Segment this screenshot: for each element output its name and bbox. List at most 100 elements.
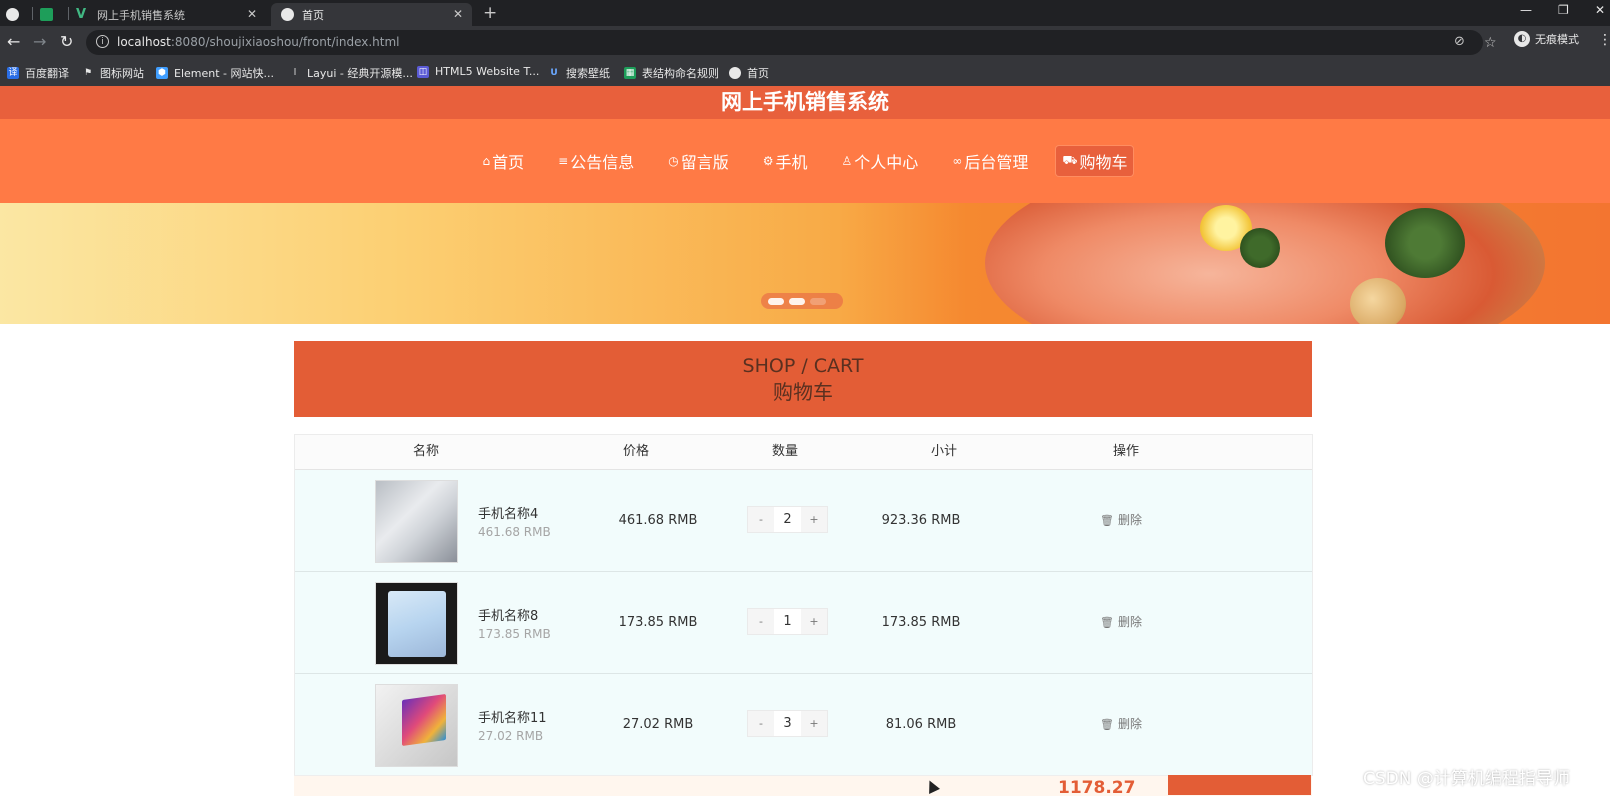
increase-button[interactable]: + [801,507,827,532]
carousel-dot[interactable] [789,297,805,305]
sheet-icon [40,8,53,21]
bookmark-home[interactable]: 首页 [729,65,769,81]
nav-admin[interactable]: ∞ 后台管理 [946,146,1034,176]
delete-button[interactable]: 🗑 删除 [1100,674,1142,775]
checkout-button[interactable] [1168,775,1311,795]
sheet-icon: ▦ [624,67,636,79]
price-cell: 461.68 RMB [618,513,698,528]
increase-button[interactable]: + [801,609,827,634]
tab-title: 网上手机销售系统 [97,8,185,22]
product-thumbnail[interactable] [375,582,458,665]
delete-button[interactable]: 🗑 删除 [1100,470,1142,571]
restore-icon[interactable]: ❐ [1558,3,1569,17]
bookmark-layui[interactable]: l Layui - 经典开源模... [289,65,413,81]
new-tab-icon[interactable]: + [483,4,497,22]
nav-home[interactable]: ⌂ 首页 [477,146,531,176]
trash-icon: 🗑 [1100,616,1114,629]
gear-icon: ⚙ [762,154,774,168]
site-title: 网上手机销售系统 [721,90,889,114]
site-header: 网上手机销售系统 ⌂ 首页 ≡ 公告信息 ◷ 留言版 ⚙ 手机 ♙ 个人中心 ∞ 后台管理 … [0,86,1610,203]
product-unit-price: 461.68 RMB [478,525,551,539]
tab-title: 首页 [302,8,324,22]
close-tab-icon[interactable]: ✕ [247,7,257,21]
globe-icon [6,8,19,21]
element-icon: ⬢ [156,67,168,79]
cart-heading-zh: 购物车 [773,380,833,404]
nav-message-board[interactable]: ◷ 留言版 [662,146,735,176]
back-icon[interactable]: ← [7,32,20,52]
cart-heading-en: SHOP / CART [742,355,864,377]
close-window-icon[interactable]: ✕ [1595,3,1605,17]
carousel-dot[interactable] [768,297,784,305]
menu-icon[interactable]: ⋮ [1598,32,1610,48]
bookmark-baidu-translate[interactable]: 译百度翻译 [7,65,69,81]
increase-button[interactable]: + [801,711,827,736]
product-name[interactable]: 手机名称11 [478,707,547,726]
decrease-button[interactable]: - [748,711,774,736]
banner-image [985,203,1545,324]
bookmark-naming-rules[interactable]: ▦ 表结构命名规则 [624,65,719,81]
quantity-field[interactable]: 3 [774,711,801,736]
link-icon: ∞ [952,154,963,168]
price-cell: 173.85 RMB [618,615,698,630]
column-header: 小计 [931,444,958,459]
tab-sheet[interactable] [40,3,64,26]
bookmark-star-icon[interactable]: ☆ [1484,35,1497,51]
home-icon: ⌂ [482,154,491,168]
banner-carousel[interactable] [0,203,1610,324]
table-row: 手机名称4 461.68 RMB 461.68 RMB - 2 + 923.36… [295,470,1312,572]
bookmark-wallpaper[interactable]: U 搜索壁纸 [548,65,610,81]
url-input[interactable]: i localhost:8080/shoujixiaoshou/front/in… [86,30,1483,55]
vue-icon: V [76,7,87,22]
trash-icon: 🗑 [1100,514,1114,527]
product-name[interactable]: 手机名称4 [478,503,538,522]
site-info-icon[interactable]: i [96,35,109,48]
carousel-indicators [761,293,843,309]
user-icon: ♙ [841,154,853,168]
delete-button[interactable]: 🗑 删除 [1100,572,1142,673]
translate-icon: 译 [7,67,19,79]
table-row: 手机名称11 27.02 RMB 27.02 RMB - 3 + 81.06 R… [295,674,1312,776]
nav-phones[interactable]: ⚙ 手机 [757,146,814,176]
cart-footer: 1178.27 [294,775,1312,798]
product-thumbnail[interactable] [375,684,458,767]
tab-globe[interactable] [6,3,28,26]
decrease-button[interactable]: - [748,507,774,532]
hide-icon[interactable]: ⊘ [1454,34,1465,49]
watermark: CSDN @计算机编程指导师 [1363,769,1570,789]
table-row: 手机名称8 173.85 RMB 173.85 RMB - 1 + 173.85… [295,572,1312,674]
trash-icon: 🗑 [1100,718,1114,731]
product-thumbnail[interactable] [375,480,458,563]
quantity-field[interactable]: 2 [774,507,801,532]
product-name[interactable]: 手机名称8 [478,605,538,624]
minimize-icon[interactable]: — [1520,3,1532,17]
quantity-field[interactable]: 1 [774,609,801,634]
carousel-dot[interactable] [810,297,826,305]
bookmark-icon-site[interactable]: ⚑ 图标网站 [82,65,144,81]
quantity-stepper: - 1 + [747,608,828,635]
subtotal-cell: 923.36 RMB [881,513,961,528]
product-unit-price: 27.02 RMB [478,729,544,743]
nav-personal-center[interactable]: ♙ 个人中心 [836,146,925,176]
list-icon: ≡ [558,154,569,168]
column-header: 名称 [413,444,440,459]
bookmark-element[interactable]: ⬢ Element - 网站快... [156,65,274,81]
incognito-icon: ◐ [1514,31,1530,47]
cart-icon: ⛟ [1062,153,1078,167]
close-tab-icon[interactable]: ✕ [453,7,463,21]
nav-announcements[interactable]: ≡ 公告信息 [552,146,640,176]
bookmark-html5[interactable]: ◫ HTML5 Website T... [417,65,539,78]
subtotal-cell: 173.85 RMB [881,615,961,630]
reload-icon[interactable]: ↻ [60,32,73,52]
cart-heading: SHOP / CART 购物车 [294,341,1312,417]
tab-home[interactable]: 首页 ✕ [271,3,472,26]
nav-cart[interactable]: ⛟ 购物车 [1056,146,1134,176]
incognito-profile[interactable]: ◐ 无痕模式 [1514,31,1579,47]
tab-vue-app[interactable]: V 网上手机销售系统 ✕ [76,3,266,26]
html5-icon: ◫ [417,65,429,78]
forward-icon[interactable]: → [33,32,46,52]
decrease-button[interactable]: - [748,609,774,634]
price-cell: 27.02 RMB [622,717,694,732]
column-header: 操作 [1113,444,1140,459]
globe-icon [729,67,741,79]
